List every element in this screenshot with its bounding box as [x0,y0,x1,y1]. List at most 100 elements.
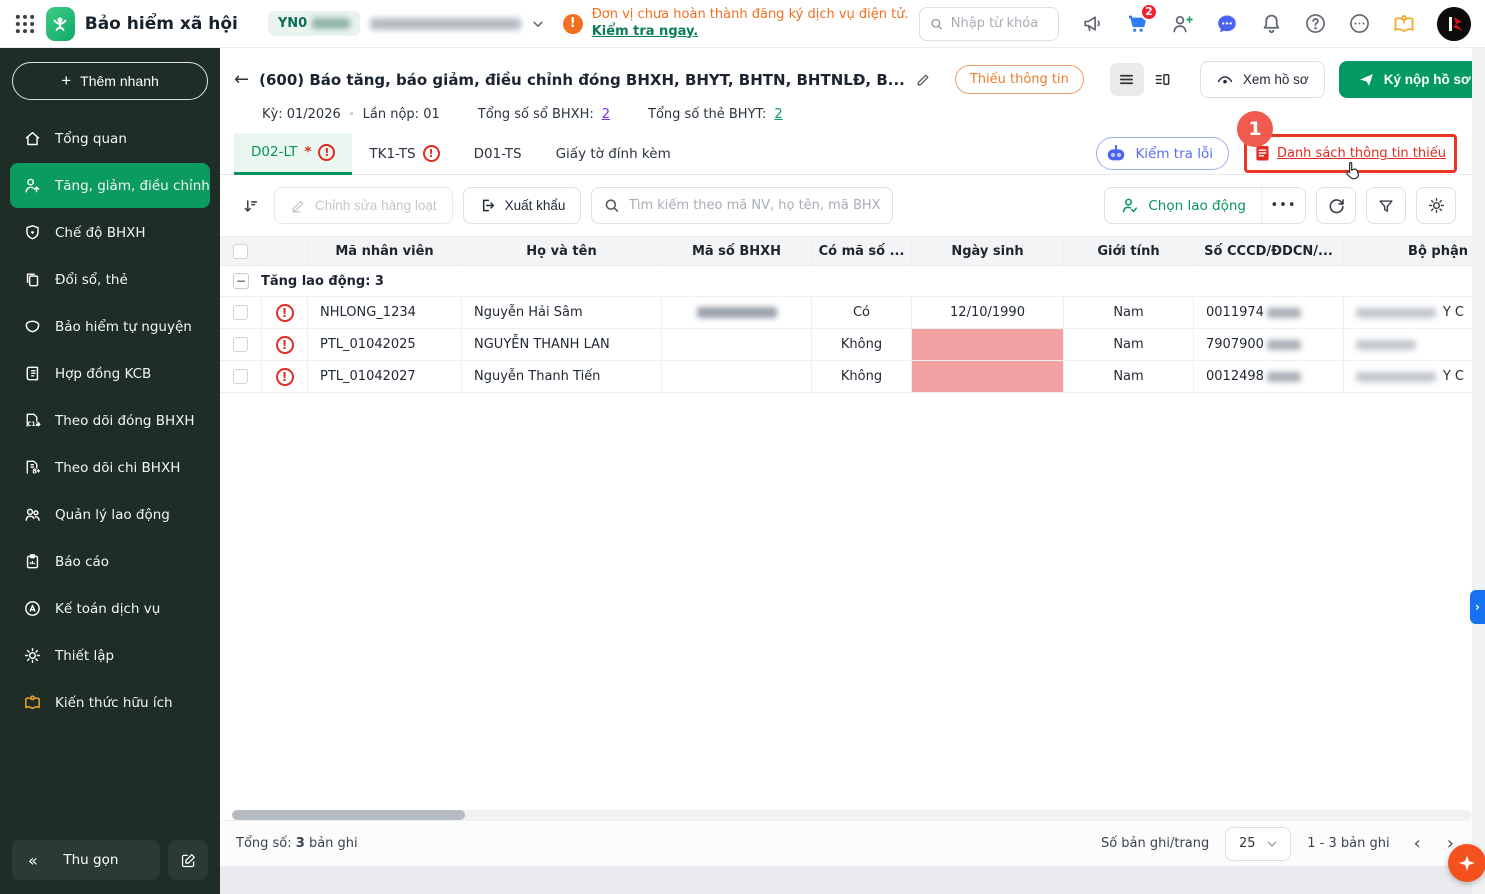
filter-button[interactable] [1366,187,1406,224]
column-gender[interactable]: Giới tính [1064,237,1194,265]
tab-attachments[interactable]: Giấy tờ đính kèm [539,133,688,175]
sidebar-item-theo-doi-chi-bhxh[interactable]: 8 Theo dõi chi BHXH [10,445,210,490]
select-all-checkbox[interactable] [233,243,248,259]
global-search[interactable] [918,6,1059,41]
org-code-badge[interactable]: YN0 [267,11,361,36]
sidebar-item-bao-hiem-tu-nguyen[interactable]: Bảo hiểm tự nguyện [10,304,210,349]
sidebar-item-che-do-bhxh[interactable]: Chế độ BHXH [10,210,210,255]
copy-pages-icon [22,270,42,289]
collapse-group-icon[interactable]: − [233,273,249,289]
split-view-button[interactable] [1145,63,1180,96]
cell-full-name: Nguyễn Hải Sâm [462,297,662,328]
warning-icon: ! [562,13,583,34]
horizontal-scrollbar[interactable] [232,810,1472,820]
tab-tk1-ts[interactable]: TK1-TS ! [352,133,456,175]
column-department[interactable]: Bộ phận [1344,237,1472,265]
check-errors-button[interactable]: Kiểm tra lỗi [1096,137,1229,170]
row-checkbox[interactable] [233,369,248,384]
edit-title-icon[interactable] [915,72,931,88]
back-icon[interactable]: ← [234,70,249,89]
contract-icon [22,364,42,383]
assistant-fab[interactable] [1448,844,1485,882]
add-user-icon[interactable] [1170,12,1194,36]
tab-d02-lt[interactable]: D02-LT * ! [234,132,353,175]
sidebar-edit-button[interactable] [168,840,208,880]
sidebar-item-kien-thuc-huu-ich[interactable]: Kiến thức hữu ích [10,680,210,725]
notifications-bell-icon[interactable] [1260,12,1283,35]
cell-employee-code: PTL_01042025 [308,329,462,360]
knowledge-book-icon[interactable] [1392,12,1416,36]
table-search[interactable] [591,187,894,224]
cart-badge: 2 [1140,2,1158,21]
sidebar-item-doi-so-the[interactable]: Đổi sổ, thẻ [10,257,210,302]
sidebar-item-theo-doi-dong-bhxh[interactable]: C12 Theo dõi đóng BHXH [10,398,210,443]
sidebar-item-quan-ly-lao-dong[interactable]: Quản lý lao động [10,492,210,537]
warning-text: Đơn vị chưa hoàn thành đăng ký dịch vụ đ… [591,6,909,39]
select-employees-button[interactable]: Chọn lao động [1105,188,1261,223]
knowledge-icon [22,693,42,712]
accounting-icon [22,599,42,618]
table-row[interactable]: ! NHLONG_1234 Nguyễn Hải Sâm Có 12/10/19… [220,297,1472,329]
table-search-input[interactable] [628,198,881,213]
cursor-pointer-icon [1342,160,1362,182]
sidebar-item-tong-quan[interactable]: Tổng quan [10,116,210,161]
cell-gender: Nam [1064,361,1194,392]
app-switcher-icon[interactable] [14,13,36,35]
sidebar-item-thiet-lap[interactable]: Thiết lập [10,633,210,678]
cart-icon[interactable]: 2 [1125,2,1158,36]
submission-text: Lần nộp: 01 [362,107,440,122]
app-title: Bảo hiểm xã hội [84,13,238,34]
table-row[interactable]: ! PTL_01042027 Nguyễn Thanh Tiến Không N… [220,361,1472,393]
collapse-sidebar-button[interactable]: « Thu gọn [12,840,160,880]
required-mark: * [304,144,312,160]
export-button[interactable]: Xuất khẩu [462,187,582,224]
company-chevron-down-icon[interactable] [531,17,545,31]
check-now-link[interactable]: Kiểm tra ngay. [592,24,699,39]
bhxh-total-link[interactable]: 2 [602,107,610,122]
scrollbar-thumb[interactable] [232,810,465,820]
sign-submit-button[interactable]: Ký nộp hồ sơ [1338,61,1485,98]
row-checkbox[interactable] [233,305,248,320]
refresh-button[interactable] [1316,187,1356,224]
view-dossier-button[interactable]: Xem hồ sơ [1199,61,1325,98]
cell-has-code: Không [812,361,912,392]
cell-full-name: Nguyễn Thanh Tiến [462,361,662,392]
tab-d01-ts[interactable]: D01-TS [457,133,539,175]
sparkle-icon [1459,855,1475,871]
missing-info-annotated-area: Danh sách thông tin thiếu 1 [1236,111,1457,180]
sidebar-item-ke-toan-dich-vu[interactable]: Kế toán dịch vụ [10,586,210,631]
row-checkbox[interactable] [233,337,248,352]
quick-add-button[interactable]: + Thêm nhanh [12,62,208,100]
list-view-button[interactable] [1109,63,1144,96]
group-label: Tăng lao động: 3 [261,273,384,289]
column-has-code[interactable]: Có mã số ... [812,237,912,265]
column-bhxh-number[interactable]: Mã số BHXH [662,237,812,265]
sidebar-item-hop-dong-kcb[interactable]: Hợp đồng KCB [10,351,210,396]
expand-panel-button[interactable]: › [1470,590,1485,624]
red-doc-icon [1256,146,1269,161]
sidebar-item-tang-giam-dieu-chinh[interactable]: Tăng, giảm, điều chỉnh [10,163,210,208]
more-options-icon[interactable] [1348,12,1371,35]
pagination-footer: Tổng số: 3 bản ghi Số bản ghi/trang 25 1… [220,820,1472,866]
column-employee-code[interactable]: Mã nhân viên [308,237,462,265]
column-settings-button[interactable] [1416,187,1456,224]
help-icon[interactable] [1304,12,1327,35]
column-dob[interactable]: Ngày sinh [912,237,1064,265]
table-row[interactable]: ! PTL_01042025 NGUYỄN THANH LAN Không Na… [220,329,1472,361]
sort-icon[interactable] [236,197,264,215]
column-full-name[interactable]: Họ và tên [462,237,662,265]
per-page-select[interactable]: 25 [1225,826,1292,861]
doc-8-icon: 8 [22,458,42,477]
right-gutter: › [1470,48,1485,894]
chat-icon[interactable] [1215,12,1239,36]
document-header: ← (600) Báo tăng, báo giảm, điều chỉnh đ… [220,48,1485,133]
user-avatar[interactable] [1437,6,1471,41]
announcements-icon[interactable] [1081,12,1104,35]
bhyt-total-link[interactable]: 2 [774,107,782,122]
column-cccd[interactable]: Số CCCD/ĐDCN/... [1194,237,1344,265]
sidebar-item-bao-cao[interactable]: Báo cáo [10,539,210,584]
bulk-edit-button[interactable]: Chỉnh sửa hàng loạt [274,187,453,224]
global-search-input[interactable] [950,16,1048,31]
prev-page-button[interactable]: ‹ [1414,834,1421,853]
select-employees-more-button[interactable]: ••• [1261,188,1305,223]
